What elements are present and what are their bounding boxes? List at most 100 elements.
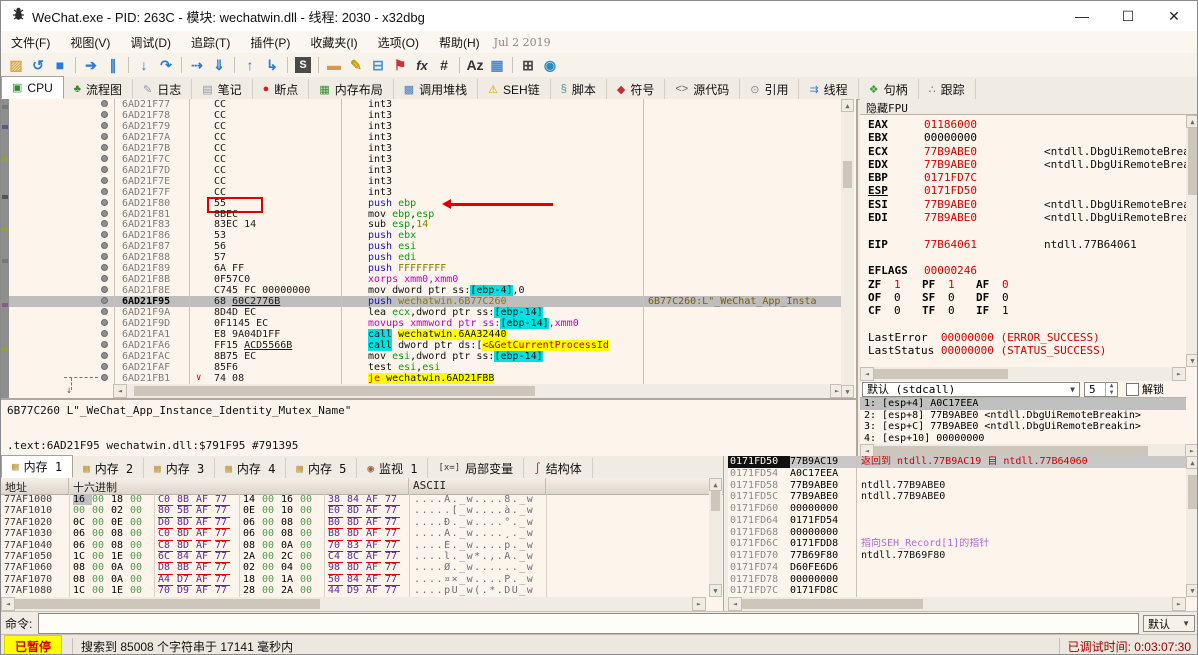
register-line[interactable]: LastStatus 00000000 (STATUS_SUCCESS): [868, 344, 1186, 357]
disasm-row[interactable]: 6AD21F89 6A FF push FFFFFFFF: [9, 263, 843, 274]
disasm-address[interactable]: 6AD21F7C: [114, 153, 189, 165]
breakpoint-dot[interactable]: [101, 330, 108, 338]
hex-byte[interactable]: 00: [262, 551, 281, 562]
hex-byte[interactable]: 00: [300, 585, 319, 596]
hex-byte[interactable]: 08: [73, 562, 92, 573]
tab-locals[interactable]: [x=] 局部变量: [428, 458, 525, 478]
breakpoint-dot[interactable]: [101, 143, 108, 151]
hex-byte[interactable]: 1A: [281, 574, 300, 585]
hex-byte[interactable]: 08: [281, 517, 300, 528]
scroll-arrow-icon[interactable]: ◄: [113, 384, 127, 398]
hex-byte[interactable]: 0E: [243, 505, 262, 516]
register-line[interactable]: ECX 77B9ABE0 <ntdll.DbgUiRemoteBreakin>: [868, 145, 1186, 158]
breakpoint-dot[interactable]: [101, 100, 108, 107]
hex-byte[interactable]: 02: [243, 562, 262, 573]
stack-panel[interactable]: 0171FD50 77B9AC19 返回到 ntdll.77B9AC19 自 ntd…: [728, 456, 1197, 611]
restart-icon[interactable]: ↺: [28, 55, 48, 75]
hex-byte[interactable]: 77: [385, 585, 400, 597]
maximize-button[interactable]: ☐: [1105, 1, 1151, 31]
tab-跟踪[interactable]: ∴ 跟踪: [919, 79, 976, 99]
hex-byte[interactable]: 06: [73, 528, 92, 539]
hex-byte[interactable]: 00: [300, 540, 319, 551]
breakpoint-dot[interactable]: [101, 176, 108, 184]
control-flow-icon[interactable]: #: [434, 55, 454, 75]
disasm-row[interactable]: 6AD21F86 53 push ebx: [9, 230, 843, 241]
command-input[interactable]: [38, 613, 1139, 634]
hex-byte[interactable]: 06: [243, 517, 262, 528]
hex-byte[interactable]: 16: [73, 494, 92, 506]
spinner-arrows-icon[interactable]: ▲ ▼: [1105, 382, 1117, 396]
hex-byte[interactable]: 00: [92, 494, 111, 505]
hex-byte[interactable]: 00: [130, 494, 149, 505]
hex-byte[interactable]: 00: [130, 551, 149, 562]
menu-item-1[interactable]: 文件(F): [1, 32, 60, 53]
register-blank-line[interactable]: [868, 251, 1186, 264]
step-into-icon[interactable]: ↓: [134, 55, 154, 75]
registers-vscrollbar[interactable]: ▲ ▼: [1186, 115, 1197, 367]
hex-byte[interactable]: 2C: [281, 551, 300, 562]
minimize-button[interactable]: —: [1059, 1, 1105, 31]
pause-icon[interactable]: ∥: [103, 55, 123, 75]
hex-byte[interactable]: 0C: [73, 517, 92, 528]
scroll-thumb[interactable]: [874, 446, 1148, 456]
hex-byte[interactable]: 06: [243, 528, 262, 539]
modules-icon[interactable]: ▦: [487, 55, 507, 75]
hex-byte[interactable]: 08: [73, 574, 92, 585]
hex-byte[interactable]: 06: [73, 540, 92, 551]
stack-row[interactable]: 0171FD68 00000000: [728, 526, 1186, 539]
hex-byte[interactable]: 00: [300, 528, 319, 539]
breakpoint-dot[interactable]: [101, 187, 108, 195]
register-line[interactable]: LastError 00000000 (ERROR_SUCCESS): [868, 331, 1186, 344]
disasm-row[interactable]: 6AD21F7B CC int3: [9, 142, 843, 154]
registers-list[interactable]: EAX 01186000 EBX 00000000 ECX 77B9ABE0 <ntdll.…: [860, 115, 1186, 367]
scroll-arrow-icon[interactable]: ▲: [841, 99, 854, 112]
menu-item-7[interactable]: 选项(O): [368, 32, 429, 53]
menu-item-8[interactable]: 帮助(H): [429, 32, 490, 53]
menu-item-6[interactable]: 收藏夹(I): [300, 32, 367, 53]
stack-row[interactable]: 0171FD6C 0171FDD8 指向SEH_Record[1]的指针: [728, 538, 1186, 550]
memory-row[interactable]: 77AF1070 08 00 0A 00 A4 D7 AF 77 18 00 1A 00 50 84 AF 77…: [1, 573, 706, 587]
memory-row[interactable]: 77AF1080 1C 00 1E 00 70 D9 AF 77 28 00 2A 00 44 D9 AF 77…: [1, 585, 706, 597]
breakpoint-dot[interactable]: [101, 253, 108, 261]
stack-row[interactable]: 0171FD58 77B9ABE0 ntdll.77B9ABE0: [728, 479, 1186, 492]
command-profile-select[interactable]: 默认 ▼: [1143, 615, 1195, 632]
hex-byte[interactable]: 00: [92, 528, 111, 539]
hex-byte[interactable]: 00: [92, 551, 111, 562]
disasm-address[interactable]: 6AD21FAC: [114, 350, 189, 362]
tab-dump4[interactable]: ▦ 内存 4: [215, 458, 287, 478]
hex-byte[interactable]: D9: [177, 585, 192, 597]
hex-byte[interactable]: 00: [92, 540, 111, 551]
breakpoint-dot[interactable]: [101, 154, 108, 162]
hex-byte[interactable]: 00: [300, 517, 319, 528]
hex-byte[interactable]: 00: [92, 585, 111, 596]
disasm-address[interactable]: 6AD21F80: [114, 197, 189, 209]
scroll-thumb[interactable]: [742, 599, 923, 609]
hex-byte[interactable]: 00: [130, 540, 149, 551]
hex-byte[interactable]: 00: [130, 574, 149, 585]
comments-icon[interactable]: ✎: [346, 55, 366, 75]
disasm-address[interactable]: 6AD21F87: [114, 241, 189, 252]
scroll-arrow-icon[interactable]: ◄: [860, 367, 874, 381]
disasm-address[interactable]: 6AD21F83: [114, 219, 189, 230]
disasm-row[interactable]: 6AD21F9A 8D4D EC lea ecx,dword ptr ss:[ebp…: [9, 307, 843, 318]
disasm-row[interactable]: 6AD21FB1 ∨ 74 08 je wechatwin.6AD21FBB: [9, 372, 843, 384]
menu-item-5[interactable]: 插件(P): [240, 32, 300, 53]
scroll-thumb[interactable]: [1188, 128, 1197, 196]
tab-日志[interactable]: ✎ 日志: [133, 79, 193, 99]
disasm-address[interactable]: 6AD21F7E: [114, 175, 189, 187]
register-line[interactable]: ESP 0171FD50: [868, 184, 1186, 197]
disasm-address[interactable]: 6AD21F89: [114, 263, 189, 274]
tab-线程[interactable]: ⇉ 线程: [799, 79, 859, 99]
disassembly-vscrollbar[interactable]: ▲ ▼: [841, 99, 854, 398]
hex-byte[interactable]: 0A: [111, 574, 130, 585]
unlock-checkbox[interactable]: [1126, 382, 1139, 396]
breakpoint-dot[interactable]: [101, 275, 108, 283]
hex-byte[interactable]: AF: [366, 585, 381, 597]
registers-hscrollbar[interactable]: ◄ ►: [860, 367, 1186, 381]
hex-byte[interactable]: 08: [243, 540, 262, 551]
breakpoint-dot[interactable]: [101, 165, 108, 173]
stop-icon[interactable]: ■: [50, 55, 70, 75]
register-line[interactable]: EBP 0171FD7C: [868, 171, 1186, 184]
argument-row[interactable]: 1: [esp+4] A0C17EEA: [860, 398, 1186, 410]
scroll-arrow-icon[interactable]: ▲: [1186, 115, 1197, 128]
